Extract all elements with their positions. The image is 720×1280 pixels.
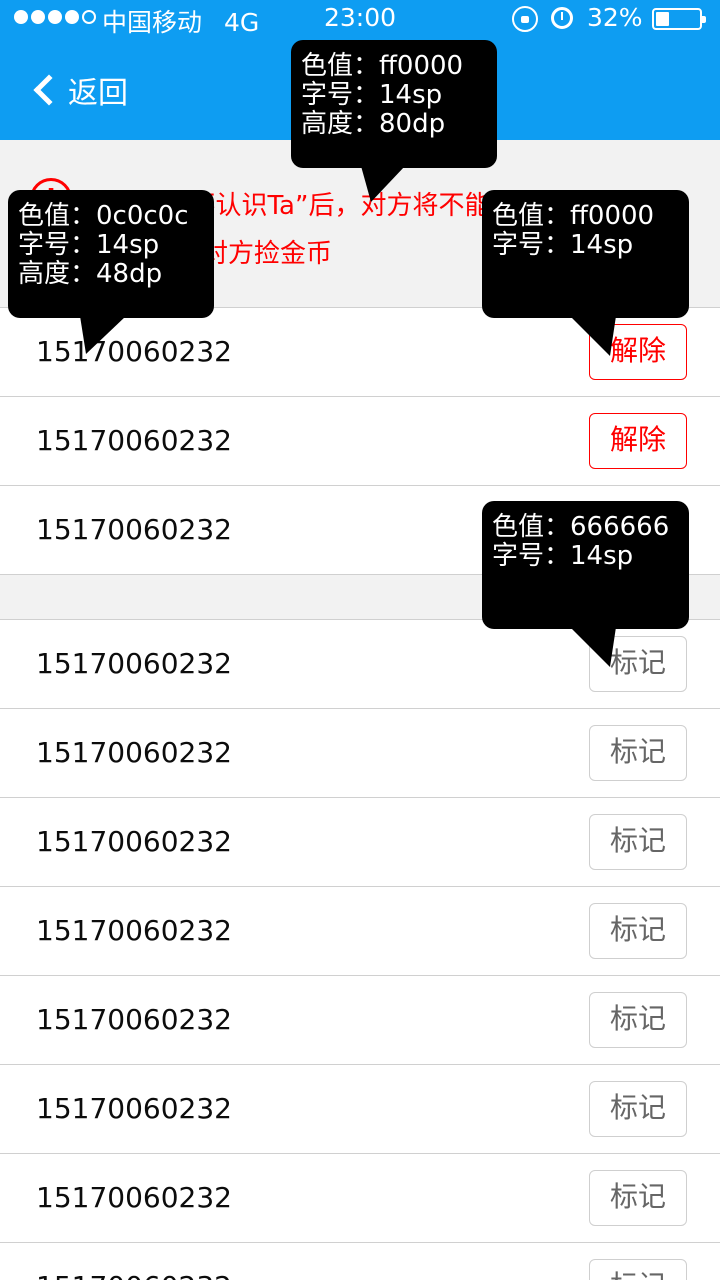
phone-number: 15170060232 [36,1181,232,1214]
callout-height: 高度：48dp [18,259,163,289]
mark-button[interactable]: 标记 [589,1081,687,1137]
callout-size: 字号：14sp [492,230,634,260]
phone-number: 15170060232 [36,736,232,769]
phone-number: 15170060232 [36,1003,232,1036]
callout-color: 色值：ff0000 [492,201,655,231]
rotation-lock-icon [512,6,538,32]
phone-number: 15170060232 [36,825,232,858]
status-bar: 中国移动 4G 23:00 32% [0,0,720,40]
user-row: 15170060232 标记 [0,1243,720,1280]
phone-number: 15170060232 [36,1243,232,1280]
user-row: 15170060232 标记 [0,1154,720,1243]
callout-size: 字号：14sp [492,541,634,571]
phone-number: 15170060232 [36,914,232,947]
phone-spec-callout: 色值：0c0c0c 字号：14sp 高度：48dp [8,190,214,354]
user-row: 15170060232 标记 [0,976,720,1065]
mark-button[interactable]: 标记 [589,1259,687,1280]
callout-size: 字号：14sp [301,80,443,110]
phone-number: 15170060232 [36,424,232,457]
mark-button[interactable]: 标记 [589,992,687,1048]
title-spec-callout: 色值：ff0000 字号：14sp 高度：80dp [291,40,497,202]
callout-color: 色值：666666 [492,512,670,542]
battery-icon [652,8,706,30]
user-row: 15170060232 标记 [0,709,720,798]
phone-number: 15170060232 [36,513,232,546]
mark-button[interactable]: 标记 [589,903,687,959]
alarm-icon [551,7,573,29]
mark-button-spec-callout: 色值：666666 字号：14sp [482,501,689,667]
battery-percent: 32% [587,3,643,32]
callout-color: 色值：0c0c0c [18,201,189,231]
unmarked-users-list: 15170060232 标记 15170060232 标记 15170060232 标记 1… [0,619,720,1280]
battery-fill [656,12,670,26]
callout-height: 高度：80dp [301,109,446,139]
user-row: 15170060232 标记 [0,798,720,887]
callout-color: 色值：ff0000 [301,51,464,81]
phone-number: 15170060232 [36,335,232,368]
mark-button[interactable]: 标记 [589,1170,687,1226]
marked-user-row: 15170060232 解除 [0,397,720,486]
remove-button-spec-callout: 色值：ff0000 字号：14sp [482,190,689,356]
remove-button[interactable]: 解除 [589,413,687,469]
mark-button[interactable]: 标记 [589,814,687,870]
phone-number: 15170060232 [36,1092,232,1125]
user-row: 15170060232 标记 [0,1065,720,1154]
phone-number: 15170060232 [36,647,232,680]
mark-button[interactable]: 标记 [589,725,687,781]
callout-size: 字号：14sp [18,230,160,260]
user-row: 15170060232 标记 [0,887,720,976]
